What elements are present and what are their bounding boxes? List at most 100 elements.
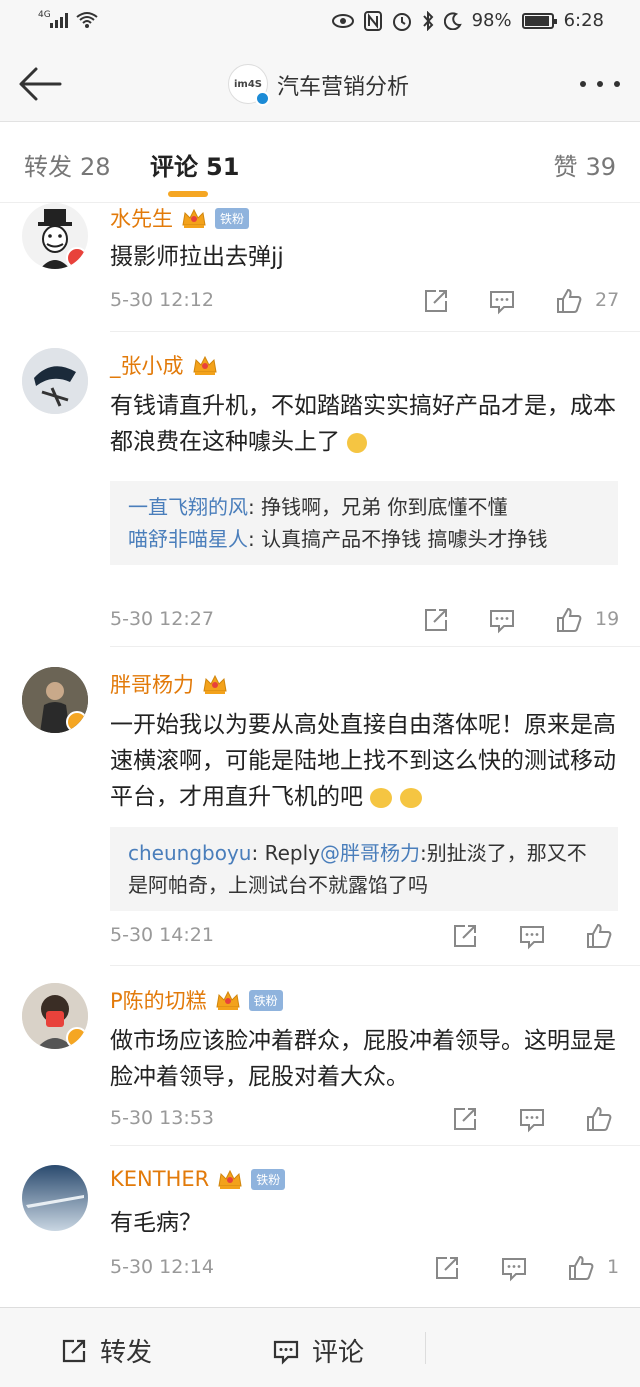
reply-icon[interactable]: [488, 287, 516, 315]
tab-bar: 转发 28 评论 51 赞 39: [0, 123, 640, 203]
username[interactable]: _张小成: [110, 350, 184, 380]
tab-repost[interactable]: 转发 28: [24, 147, 111, 182]
username[interactable]: KENTHER: [110, 1167, 209, 1191]
fan-badge: 铁粉: [215, 207, 250, 229]
username[interactable]: 水先生: [110, 203, 173, 233]
comment-text: 一开始我以为要从高处直接自由落体呢！原来是高速横滚啊，可能是陆地上找不到这么快的…: [110, 707, 618, 815]
tab-comment-label: 评论: [150, 153, 198, 181]
like-count: 1: [607, 1256, 620, 1278]
nfc-icon: [363, 10, 382, 31]
comment-header: 水先生 铁粉: [110, 203, 250, 233]
signal-icon: [50, 12, 68, 28]
moon-icon: [443, 11, 462, 30]
share-icon[interactable]: [451, 922, 479, 950]
shrug-emoji-icon: [370, 787, 393, 808]
comment-footer: 5-30 13:53: [110, 1105, 622, 1135]
tab-like-count: 39: [585, 153, 616, 181]
comment-text: 摄影师拉出去弹jj: [110, 244, 284, 270]
avatar[interactable]: [22, 667, 88, 733]
reply-item: 喵舒非喵星人: 认真搞产品不挣钱 搞噱头才挣钱: [128, 523, 600, 555]
comment-icon: [273, 1340, 299, 1365]
avatar[interactable]: [22, 983, 88, 1049]
verified-badge-icon: [255, 91, 270, 106]
comment-time: 5-30 13:53: [110, 1107, 214, 1129]
like-count: 27: [595, 289, 620, 311]
verified-badge-icon: [66, 711, 88, 733]
battery-icon: [521, 12, 557, 29]
reply-text: : 认真搞产品不挣钱 搞噱头才挣钱: [248, 527, 548, 551]
status-bar: 4G 98% 6:28: [0, 0, 640, 44]
alarm-icon: [392, 12, 411, 31]
more-icon[interactable]: [576, 70, 624, 98]
reply-box[interactable]: 一直飞翔的风: 挣钱啊，兄弟 你到底懂不懂 喵舒非喵星人: 认真搞产品不挣钱 搞…: [110, 481, 618, 565]
divider: [110, 965, 640, 966]
comment-footer: 5-30 12:14 1: [110, 1254, 622, 1284]
fan-badge: 铁粉: [251, 1168, 286, 1190]
comment-item: _张小成 有钱请直升机，不如踏踏实实搞好产品才是，成本都浪费在这种噱头上了 一直…: [0, 348, 640, 648]
divider: [110, 646, 640, 647]
share-icon[interactable]: [422, 287, 450, 315]
reply-icon[interactable]: [518, 922, 546, 950]
crown-icon: [215, 989, 241, 1011]
avatar[interactable]: [22, 203, 88, 269]
vip-badge-icon: [66, 247, 88, 269]
page-title[interactable]: 汽车营销分析: [277, 69, 409, 101]
reply-text: : 挣钱啊，兄弟 你到底懂不懂: [248, 495, 508, 519]
comment-footer: 5-30 12:27 19: [110, 606, 622, 636]
username[interactable]: 胖哥杨力: [110, 669, 194, 699]
divider: [110, 331, 640, 332]
share-icon[interactable]: [422, 606, 450, 634]
reply-icon[interactable]: [488, 606, 516, 634]
comment-header: KENTHER 铁粉: [110, 1167, 286, 1191]
reply-icon[interactable]: [518, 1105, 546, 1133]
tab-repost-count: 28: [80, 153, 111, 181]
avatar[interactable]: [22, 348, 88, 414]
username[interactable]: P陈的切糕: [110, 985, 207, 1015]
share-icon[interactable]: [451, 1105, 479, 1133]
reply-username[interactable]: cheungboyu: [128, 841, 251, 865]
reply-mention[interactable]: @胖哥杨力: [320, 841, 420, 865]
comment-header: P陈的切糕 铁粉: [110, 985, 283, 1015]
reply-username[interactable]: 喵舒非喵星人: [128, 527, 248, 551]
like-icon[interactable]: [585, 922, 613, 950]
like-icon[interactable]: [567, 1254, 595, 1282]
account-avatar[interactable]: im4S: [228, 64, 270, 106]
crown-icon: [181, 207, 207, 229]
back-arrow-icon[interactable]: [16, 64, 64, 104]
comment-time: 5-30 12:14: [110, 1256, 214, 1278]
like-count: 19: [595, 608, 620, 630]
verified-badge-icon: [66, 1027, 88, 1049]
repost-button[interactable]: 转发: [60, 1332, 152, 1369]
divider: [110, 1145, 640, 1146]
bottom-action-bar: 转发 评论: [0, 1307, 640, 1387]
reply-username[interactable]: 一直飞翔的风: [128, 495, 248, 519]
fan-badge: 铁粉: [248, 989, 283, 1011]
reply-text: : Reply: [251, 841, 320, 865]
comment-time: 5-30 12:12: [110, 289, 214, 311]
battery-percent: 98%: [471, 10, 512, 31]
like-icon[interactable]: [585, 1105, 613, 1133]
comment-text: 做市场应该脸冲着群众，屁股冲着领导。这明显是脸冲着领导，屁股对着大众。: [110, 1028, 616, 1090]
comment-time: 5-30 12:27: [110, 608, 214, 630]
comment-item: 胖哥杨力 一开始我以为要从高处直接自由落体呢！原来是高速横滚啊，可能是陆地上找不…: [0, 667, 640, 967]
comment-footer: 5-30 12:12 27: [110, 287, 622, 317]
comment-button[interactable]: 评论: [272, 1332, 364, 1369]
shrug-emoji-icon: [399, 787, 422, 808]
avatar-illustration: [22, 348, 88, 414]
like-icon[interactable]: [555, 606, 583, 634]
reply-icon[interactable]: [500, 1254, 528, 1282]
tab-comment[interactable]: 评论 51: [150, 147, 239, 182]
tab-comment-count: 51: [206, 153, 240, 181]
comment-item: P陈的切糕 铁粉 做市场应该脸冲着群众，屁股冲着领导。这明显是脸冲着领导，屁股对…: [0, 983, 640, 1146]
comment-header: _张小成: [110, 350, 218, 380]
avatar[interactable]: [22, 1165, 88, 1231]
nav-bar: im4S 汽车营销分析: [0, 44, 640, 122]
reply-box[interactable]: cheungboyu: Reply@胖哥杨力:别扯淡了，那又不是阿帕奇，上测试台…: [110, 827, 618, 911]
repost-label: 转发: [100, 1338, 153, 1368]
comment-text-content: 一开始我以为要从高处直接自由落体呢！原来是高速横滚啊，可能是陆地上找不到这么快的…: [110, 712, 616, 810]
clock-time: 6:28: [563, 10, 604, 31]
tab-like[interactable]: 赞 39: [553, 147, 616, 182]
wifi-icon: [76, 12, 98, 28]
like-icon[interactable]: [555, 287, 583, 315]
share-icon[interactable]: [433, 1254, 461, 1282]
